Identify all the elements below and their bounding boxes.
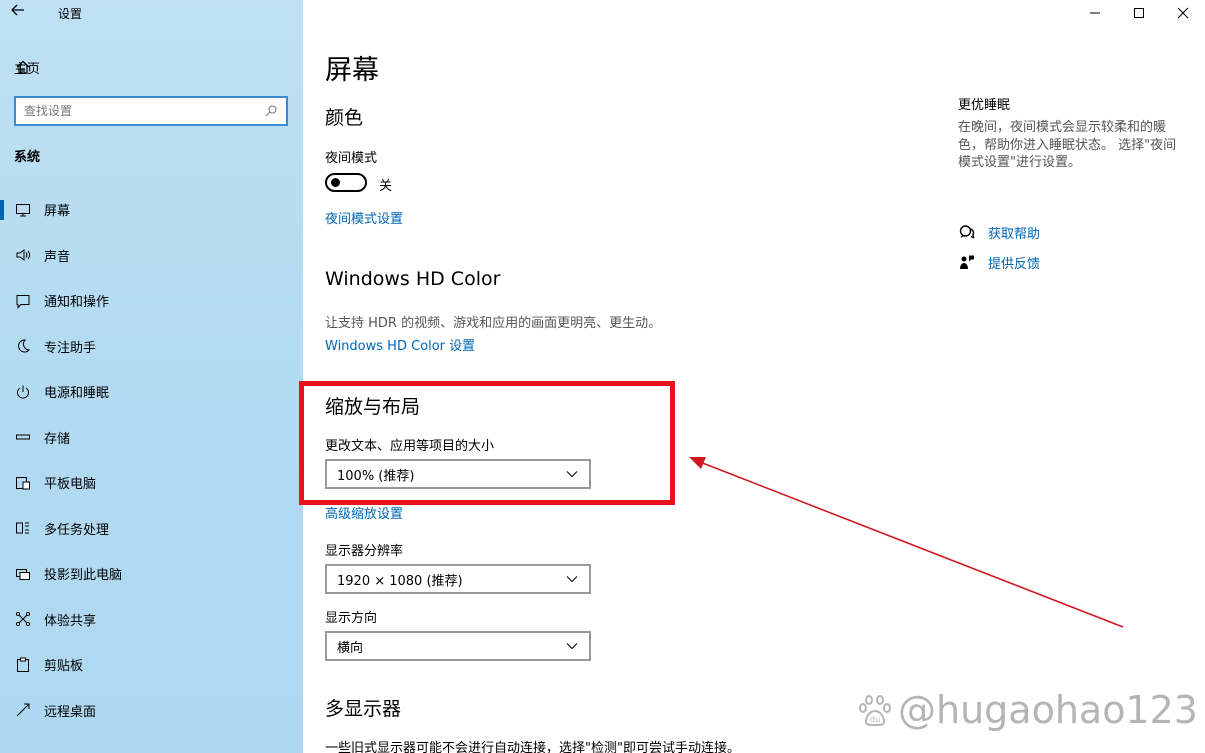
- close-button[interactable]: [1161, 0, 1205, 26]
- sidebar-item-label: 剪贴板: [44, 659, 84, 675]
- share-icon: [14, 610, 32, 628]
- feedback-person-icon: [958, 253, 976, 271]
- tablet-icon: [14, 474, 32, 492]
- annotation-highlight-box: [299, 381, 675, 505]
- baidu-paw-logo: du: [858, 692, 894, 728]
- sidebar-item-label: 平板电脑: [44, 477, 97, 493]
- orientation-dropdown[interactable]: 横向: [325, 631, 591, 661]
- sidebar-item-label: 屏幕: [44, 204, 71, 220]
- search-icon[interactable]: [264, 104, 278, 118]
- sidebar-item-label: 存储: [44, 431, 71, 447]
- get-help-link[interactable]: 获取帮助: [958, 222, 1040, 242]
- remote-desktop-icon: [14, 701, 32, 719]
- monitor-icon: [14, 201, 32, 219]
- moon-icon: [14, 337, 32, 355]
- sidebar-item-label: 声音: [44, 249, 71, 265]
- storage-icon: [14, 428, 32, 446]
- sidebar-item-display[interactable]: 屏幕: [0, 187, 303, 233]
- give-feedback-link[interactable]: 提供反馈: [958, 252, 1040, 272]
- sidebar: 设置 主页 系统 屏幕 声音 通知和操作 专注助手: [0, 0, 303, 753]
- maximize-button[interactable]: [1117, 0, 1161, 26]
- help-chat-icon: [958, 223, 976, 241]
- multi-display-description: 一些旧式显示器可能不会进行自动连接，选择"检测"即可尝试手动连接。: [325, 741, 740, 753]
- home-label: 主页: [14, 61, 41, 77]
- chevron-down-icon: [565, 572, 579, 586]
- sidebar-item-label: 电源和睡眠: [44, 386, 110, 402]
- speaker-icon: [14, 246, 32, 264]
- project-icon: [14, 565, 32, 583]
- sidebar-item-storage[interactable]: 存储: [0, 415, 303, 461]
- sidebar-item-project[interactable]: 投影到此电脑: [0, 551, 303, 597]
- sidebar-item-label: 远程桌面: [44, 704, 97, 720]
- orientation-dropdown-value: 横向: [337, 640, 364, 656]
- sidebar-item-label: 通知和操作: [44, 295, 110, 311]
- hdr-settings-link[interactable]: Windows HD Color 设置: [325, 335, 475, 354]
- main-content: 屏幕 颜色 夜间模式 关 夜间模式设置 Windows HD Color 让支持…: [325, 0, 945, 753]
- chevron-down-icon: [565, 639, 579, 653]
- window-controls: [1073, 0, 1205, 26]
- color-heading: 颜色: [325, 107, 364, 129]
- resolution-label: 显示器分辨率: [325, 544, 404, 559]
- hdr-description: 让支持 HDR 的视频、游戏和应用的画面更明亮、更生动。: [325, 316, 662, 331]
- watermark: du @hugaohao123: [858, 688, 1198, 732]
- hdr-heading: Windows HD Color: [325, 268, 501, 290]
- notification-icon: [14, 292, 32, 310]
- night-mode-settings-link[interactable]: 夜间模式设置: [325, 208, 403, 227]
- sidebar-item-shared-experiences[interactable]: 体验共享: [0, 597, 303, 643]
- sidebar-item-remote-desktop[interactable]: 远程桌面: [0, 688, 303, 734]
- sidebar-item-notifications[interactable]: 通知和操作: [0, 278, 303, 324]
- sidebar-nav: 屏幕 声音 通知和操作 专注助手 电源和睡眠 存储 平板电脑 多任务处理 投影到…: [0, 187, 303, 733]
- search-box[interactable]: [14, 96, 288, 126]
- multitask-icon: [14, 519, 32, 537]
- night-mode-state: 关: [379, 179, 393, 194]
- page-title: 屏幕: [325, 55, 379, 86]
- svg-text:du: du: [870, 715, 880, 724]
- sidebar-item-sound[interactable]: 声音: [0, 233, 303, 279]
- app-title: 设置: [58, 7, 83, 21]
- sidebar-home[interactable]: 主页: [14, 56, 274, 78]
- orientation-label: 显示方向: [325, 611, 378, 626]
- better-sleep-title: 更优睡眠: [958, 98, 1011, 113]
- sidebar-item-label: 多任务处理: [44, 522, 110, 538]
- sidebar-item-power[interactable]: 电源和睡眠: [0, 369, 303, 415]
- resolution-dropdown-value: 1920 × 1080 (推荐): [337, 573, 463, 589]
- advanced-scaling-link[interactable]: 高级缩放设置: [325, 503, 403, 522]
- give-feedback-label: 提供反馈: [988, 256, 1041, 272]
- title-bar: 设置: [0, 0, 303, 26]
- power-icon: [14, 383, 32, 401]
- minimize-button[interactable]: [1073, 0, 1117, 26]
- get-help-label: 获取帮助: [988, 226, 1041, 242]
- sidebar-item-label: 专注助手: [44, 340, 97, 356]
- clipboard-icon: [14, 656, 32, 674]
- better-sleep-description: 在晚间，夜间模式会显示较柔和的暖色，帮助你进入睡眠状态。 选择"夜间模式设置"进…: [958, 120, 1177, 170]
- sidebar-item-tablet[interactable]: 平板电脑: [0, 460, 303, 506]
- multi-display-heading: 多显示器: [325, 698, 402, 720]
- back-arrow-icon[interactable]: [10, 2, 34, 24]
- toggle-knob: [331, 178, 340, 187]
- sidebar-item-multitasking[interactable]: 多任务处理: [0, 506, 303, 552]
- sidebar-section-label: 系统: [14, 150, 41, 165]
- watermark-text: @hugaohao123: [898, 688, 1198, 732]
- sidebar-item-label: 体验共享: [44, 613, 97, 629]
- sidebar-item-label: 投影到此电脑: [44, 568, 123, 584]
- night-mode-toggle[interactable]: [325, 173, 367, 192]
- sidebar-item-clipboard[interactable]: 剪贴板: [0, 642, 303, 688]
- sidebar-item-focus[interactable]: 专注助手: [0, 324, 303, 370]
- night-mode-label: 夜间模式: [325, 151, 378, 166]
- resolution-dropdown[interactable]: 1920 × 1080 (推荐): [325, 564, 591, 594]
- search-input[interactable]: [24, 104, 264, 118]
